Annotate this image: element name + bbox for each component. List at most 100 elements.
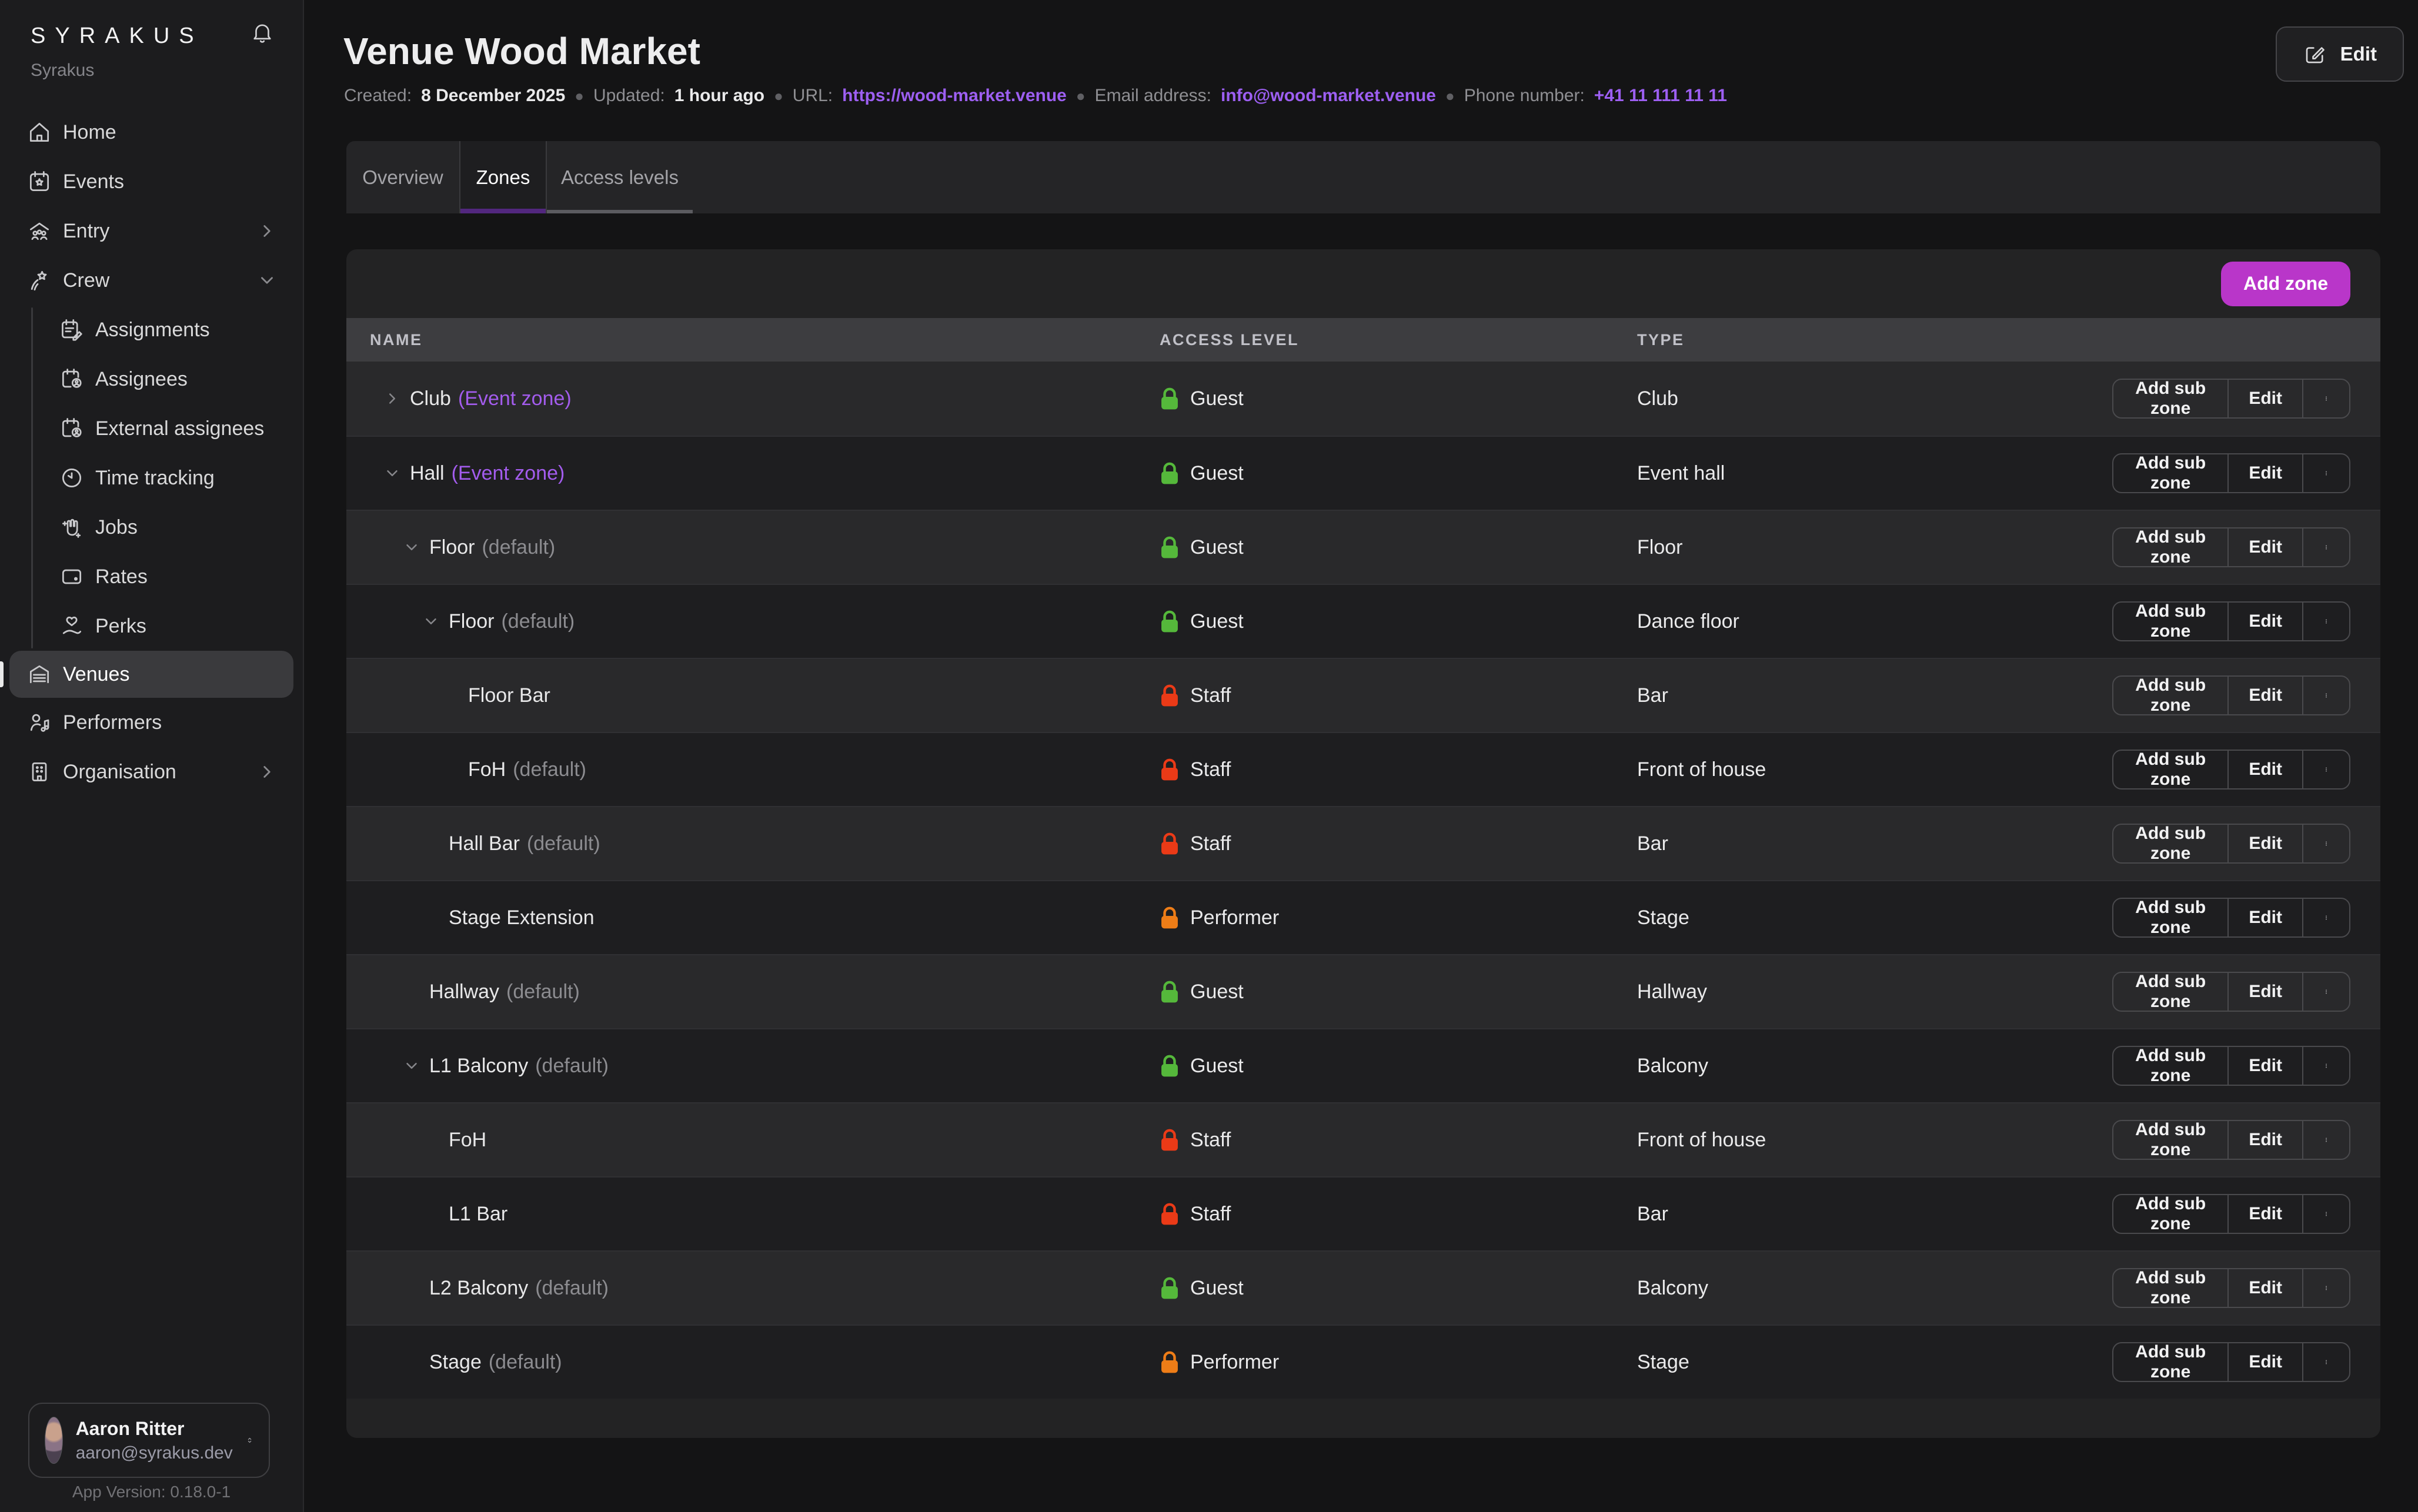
add-sub-zone-button[interactable]: Add sub zone <box>2113 380 2229 417</box>
more-actions-button[interactable] <box>2303 454 2349 492</box>
sidebar-item-rates[interactable]: Rates <box>0 552 303 601</box>
table-row[interactable]: L1 Balcony(default)GuestBalconyAdd sub z… <box>346 1028 2380 1102</box>
more-actions-button[interactable] <box>2303 973 2349 1011</box>
add-sub-zone-button[interactable]: Add sub zone <box>2113 528 2229 566</box>
edit-zone-button[interactable]: Edit <box>2229 751 2303 788</box>
more-actions-button[interactable] <box>2303 1047 2349 1085</box>
sidebar-item-assignments[interactable]: Assignments <box>0 305 303 354</box>
add-sub-zone-button[interactable]: Add sub zone <box>2113 1343 2229 1381</box>
chevron-down-icon[interactable] <box>383 463 410 483</box>
sidebar-item-home[interactable]: Home <box>0 108 303 157</box>
zone-type-value: Stage <box>1637 1351 2112 1374</box>
edit-zone-button[interactable]: Edit <box>2229 1269 2303 1307</box>
add-sub-zone-button[interactable]: Add sub zone <box>2113 899 2229 936</box>
tree-indent-spacer <box>442 685 468 705</box>
add-sub-zone-button[interactable]: Add sub zone <box>2113 825 2229 862</box>
more-actions-button[interactable] <box>2303 603 2349 640</box>
table-row[interactable]: Floor BarStaffBarAdd sub zoneEdit <box>346 658 2380 732</box>
table-row[interactable]: FoHStaffFront of houseAdd sub zoneEdit <box>346 1102 2380 1176</box>
edit-zone-button[interactable]: Edit <box>2229 1121 2303 1159</box>
table-row[interactable]: FoH(default)StaffFront of houseAdd sub z… <box>346 732 2380 806</box>
add-sub-zone-button[interactable]: Add sub zone <box>2113 603 2229 640</box>
edit-zone-button[interactable]: Edit <box>2229 603 2303 640</box>
more-actions-button[interactable] <box>2303 1121 2349 1159</box>
venue-phone-link[interactable]: +41 11 111 11 11 <box>1594 86 1727 106</box>
sidebar-item-organisation[interactable]: Organisation <box>0 747 303 797</box>
table-row[interactable]: Floor(default)GuestFloorAdd sub zoneEdit <box>346 510 2380 584</box>
edit-zone-button[interactable]: Edit <box>2229 528 2303 566</box>
table-row[interactable]: Floor(default)GuestDance floorAdd sub zo… <box>346 584 2380 658</box>
more-actions-button[interactable] <box>2303 677 2349 714</box>
more-actions-button[interactable] <box>2303 528 2349 566</box>
edit-zone-button[interactable]: Edit <box>2229 973 2303 1011</box>
user-menu[interactable]: Aaron Ritter aaron@syrakus.dev <box>28 1403 270 1478</box>
add-sub-zone-button[interactable]: Add sub zone <box>2113 973 2229 1011</box>
edit-zone-button[interactable]: Edit <box>2229 1047 2303 1085</box>
more-actions-button[interactable] <box>2303 899 2349 936</box>
add-sub-zone-button[interactable]: Add sub zone <box>2113 1047 2229 1085</box>
zone-type-value: Front of house <box>1637 758 2112 781</box>
tab-zones[interactable]: Zones <box>459 141 547 213</box>
more-actions-button[interactable] <box>2303 1195 2349 1233</box>
venue-url-link[interactable]: https://wood-market.venue <box>842 86 1067 106</box>
building-icon <box>26 759 52 785</box>
zone-type-value: Bar <box>1637 684 2112 707</box>
edit-zone-button[interactable]: Edit <box>2229 380 2303 417</box>
add-sub-zone-button[interactable]: Add sub zone <box>2113 751 2229 788</box>
table-row[interactable]: Stage ExtensionPerformerStageAdd sub zon… <box>346 880 2380 954</box>
table-row[interactable]: L2 Balcony(default)GuestBalconyAdd sub z… <box>346 1250 2380 1324</box>
notifications-bell-icon[interactable] <box>250 20 275 45</box>
access-level-value: Guest <box>1190 1055 1244 1078</box>
edit-venue-button[interactable]: Edit <box>2276 26 2404 82</box>
more-actions-button[interactable] <box>2303 825 2349 862</box>
add-sub-zone-button[interactable]: Add sub zone <box>2113 677 2229 714</box>
sidebar-item-assignees[interactable]: Assignees <box>0 354 303 404</box>
more-actions-button[interactable] <box>2303 380 2349 417</box>
table-row[interactable]: Club(Event zone)GuestClubAdd sub zoneEdi… <box>346 362 2380 436</box>
table-row[interactable]: Hallway(default)GuestHallwayAdd sub zone… <box>346 954 2380 1028</box>
sidebar-item-crew[interactable]: Crew <box>0 256 303 305</box>
table-row[interactable]: Stage(default)PerformerStageAdd sub zone… <box>346 1324 2380 1399</box>
sidebar-item-external-assignees[interactable]: External assignees <box>0 404 303 453</box>
zone-name: L2 Balcony <box>429 1277 528 1300</box>
table-row[interactable]: L1 BarStaffBarAdd sub zoneEdit <box>346 1176 2380 1250</box>
edit-zone-button[interactable]: Edit <box>2229 899 2303 936</box>
add-sub-zone-button[interactable]: Add sub zone <box>2113 454 2229 492</box>
access-level-value: Guest <box>1190 1277 1244 1300</box>
tab-access-levels[interactable]: Access levels <box>547 141 693 213</box>
edit-zone-button[interactable]: Edit <box>2229 454 2303 492</box>
sidebar-item-label: Events <box>63 170 124 193</box>
sidebar-item-venues[interactable]: Venues <box>9 651 293 698</box>
edit-zone-button[interactable]: Edit <box>2229 1343 2303 1381</box>
tab-overview[interactable]: Overview <box>346 141 459 213</box>
sidebar-item-time-tracking[interactable]: Time tracking <box>0 453 303 503</box>
sidebar-item-performers[interactable]: Performers <box>0 698 303 747</box>
chevron-right-icon[interactable] <box>383 389 410 409</box>
table-row[interactable]: Hall(Event zone)GuestEvent hallAdd sub z… <box>346 436 2380 510</box>
venue-email-link[interactable]: info@wood-market.venue <box>1221 86 1436 106</box>
more-actions-button[interactable] <box>2303 751 2349 788</box>
app-version: App Version: 0.18.0-1 <box>0 1483 303 1501</box>
zone-name: Floor <box>449 610 494 633</box>
more-actions-button[interactable] <box>2303 1343 2349 1381</box>
row-actions: Add sub zoneEdit <box>2112 601 2350 641</box>
sidebar-item-entry[interactable]: Entry <box>0 206 303 256</box>
sidebar-item-events[interactable]: Events <box>0 157 303 206</box>
edit-zone-button[interactable]: Edit <box>2229 825 2303 862</box>
add-sub-zone-button[interactable]: Add sub zone <box>2113 1269 2229 1307</box>
sidebar-item-label: Perks <box>95 615 146 638</box>
table-row[interactable]: Hall Bar(default)StaffBarAdd sub zoneEdi… <box>346 806 2380 880</box>
chevron-down-icon[interactable] <box>403 1056 429 1076</box>
add-zone-button[interactable]: Add zone <box>2221 262 2350 306</box>
chevron-down-icon[interactable] <box>422 611 449 631</box>
edit-zone-button[interactable]: Edit <box>2229 1195 2303 1233</box>
edit-zone-button[interactable]: Edit <box>2229 677 2303 714</box>
add-sub-zone-button[interactable]: Add sub zone <box>2113 1195 2229 1233</box>
row-actions: Add sub zoneEdit <box>2112 1120 2350 1160</box>
access-level-value: Guest <box>1190 981 1244 1003</box>
add-sub-zone-button[interactable]: Add sub zone <box>2113 1121 2229 1159</box>
sidebar-item-perks[interactable]: Perks <box>0 601 303 651</box>
sidebar-item-jobs[interactable]: Jobs <box>0 503 303 552</box>
more-actions-button[interactable] <box>2303 1269 2349 1307</box>
chevron-down-icon[interactable] <box>403 537 429 557</box>
